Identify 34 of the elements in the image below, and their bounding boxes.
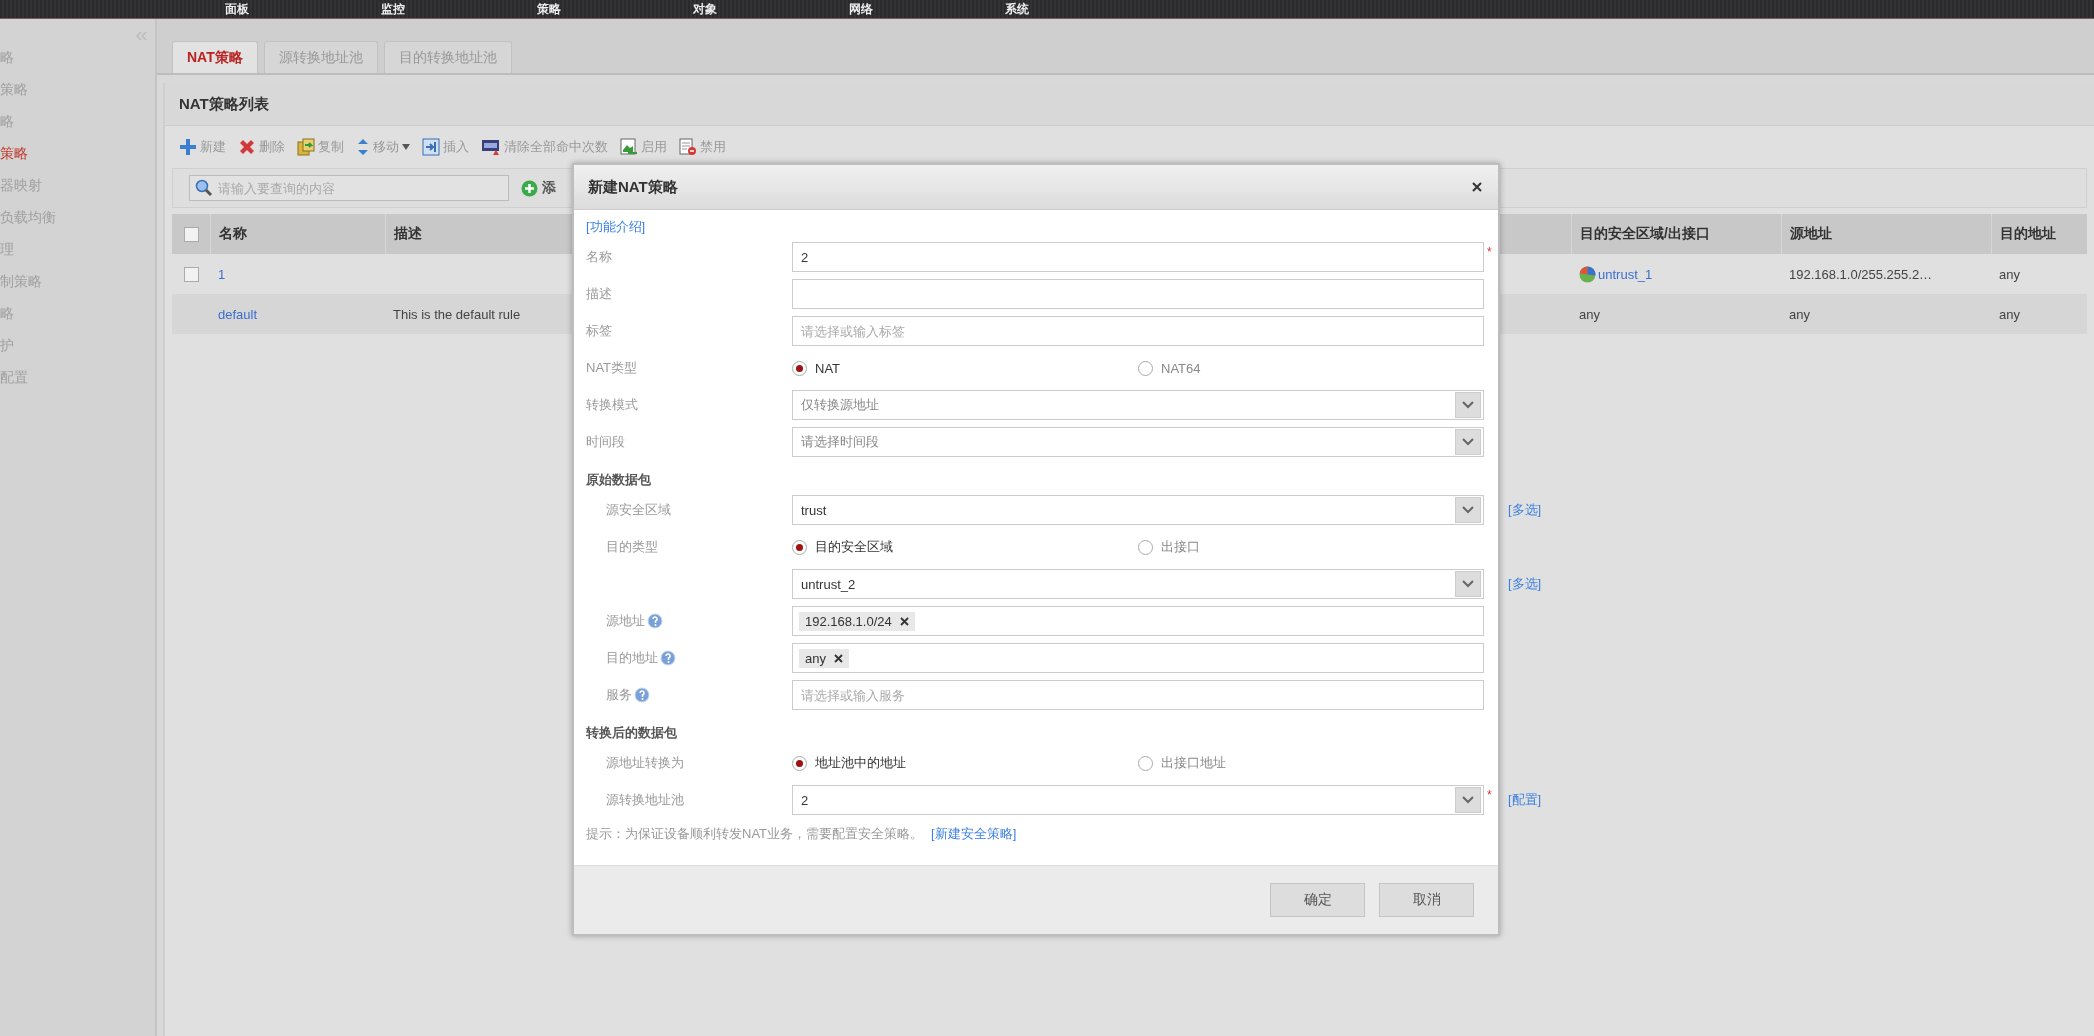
field-label: 目的地址 (606, 649, 658, 667)
tag-label: 192.168.1.0/24 (805, 613, 892, 629)
field-label: NAT类型 (586, 359, 638, 377)
table-cell: 192.168.1.0/255.255.2… (1789, 266, 1933, 282)
section-heading: 原始数据包 (586, 471, 651, 489)
option-label: 出接口 (1161, 538, 1200, 556)
table-cell: any (1789, 306, 1810, 322)
field-label: 源地址 (606, 612, 645, 630)
dialog-title: 新建NAT策略 (588, 177, 678, 197)
hint-text: 提示：为保证设备顺利转发NAT业务，需要配置安全策略。 (586, 825, 924, 843)
option-label: 出接口地址 (1161, 754, 1226, 772)
section-heading: 转换后的数据包 (586, 724, 677, 742)
field-label: 源地址转换为 (606, 754, 684, 772)
field-label: 服务 (606, 686, 632, 704)
field-label: 描述 (586, 285, 612, 303)
table-cell: any (1999, 266, 2020, 282)
field-label: 标签 (586, 322, 612, 340)
panel-title: NAT策略列表 (165, 83, 2094, 126)
required-mark: * (1486, 787, 1493, 802)
table-cell: any (1999, 306, 2020, 322)
field-label: 目的类型 (606, 538, 658, 556)
option-label: NAT64 (1161, 360, 1201, 376)
field-label: 源转换地址池 (606, 791, 684, 809)
field-label: 转换模式 (586, 396, 638, 414)
table-cell: This is the default rule (393, 306, 521, 322)
field-label: 名称 (586, 248, 612, 266)
tag-label: any (805, 650, 826, 666)
option-label: NAT (815, 360, 841, 376)
required-mark: * (1486, 244, 1493, 259)
option-label: 地址池中的地址 (815, 754, 906, 772)
option-label: 目的安全区域 (815, 538, 893, 556)
table-cell: any (1579, 306, 1600, 322)
field-label: 时间段 (586, 433, 625, 451)
field-label: 源安全区域 (606, 501, 671, 519)
